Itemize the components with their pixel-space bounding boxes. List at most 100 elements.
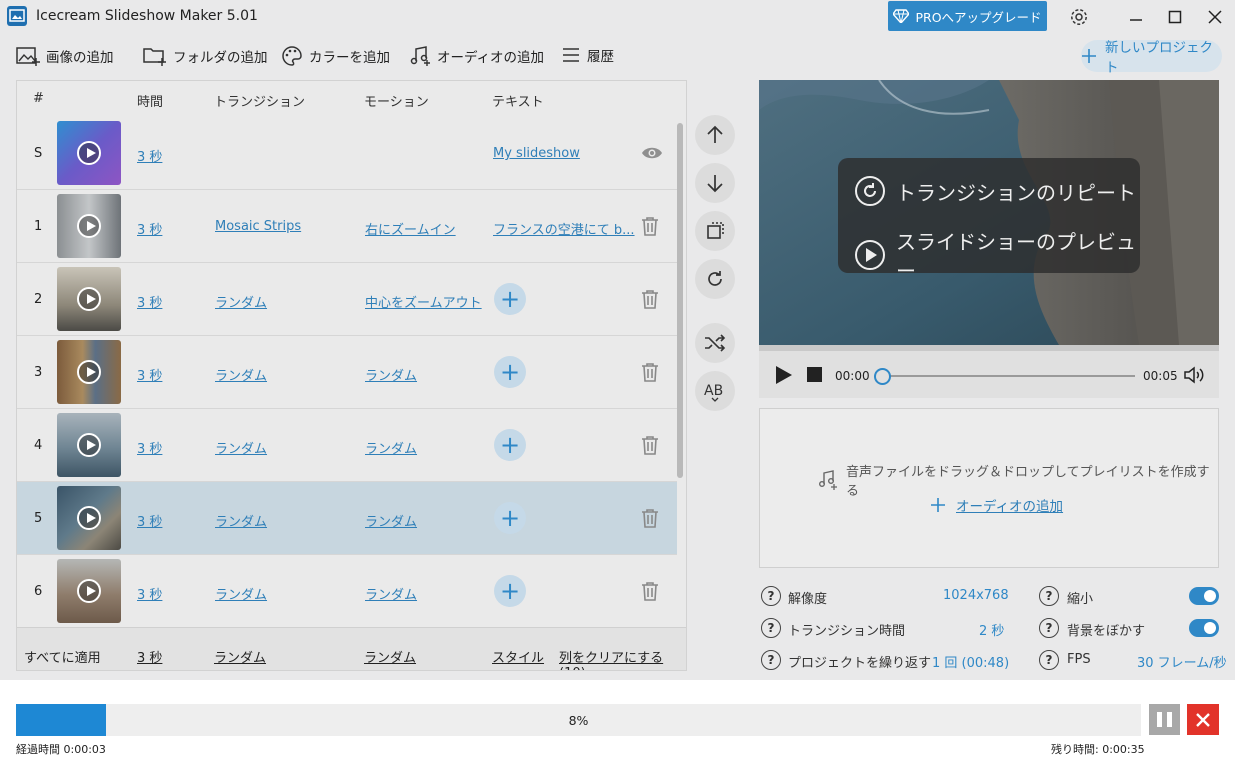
motion-link[interactable]: ランダム — [365, 584, 417, 603]
table-scrollbar[interactable] — [677, 123, 683, 478]
preview-slideshow-button[interactable]: スライドショーのプレビュー — [854, 226, 1140, 284]
pause-button[interactable] — [1149, 704, 1180, 735]
rotate-button[interactable] — [695, 259, 735, 299]
play-icon[interactable] — [77, 433, 101, 457]
time-link[interactable]: 3 秒 — [137, 438, 162, 457]
blur-background-toggle[interactable] — [1189, 619, 1219, 637]
transition-link[interactable]: ランダム — [215, 292, 267, 311]
play-icon[interactable] — [77, 579, 101, 603]
seek-handle[interactable] — [874, 368, 891, 385]
text-link[interactable]: My slideshow — [493, 146, 580, 161]
transition-time-value[interactable]: 2 秒 — [979, 620, 1004, 639]
add-audio-toolbar-button[interactable]: オーディオの追加 — [409, 45, 544, 67]
close-window-button[interactable] — [1202, 4, 1228, 30]
move-down-button[interactable] — [695, 163, 735, 203]
clear-column-link[interactable]: 列をクリアにする (10) — [559, 647, 686, 670]
transition-link[interactable]: ランダム — [215, 584, 267, 603]
trash-icon[interactable] — [641, 508, 659, 528]
play-icon[interactable] — [77, 141, 101, 165]
apply-all-transition-link[interactable]: ランダム — [214, 647, 266, 666]
apply-all-motion-link[interactable]: ランダム — [364, 647, 416, 666]
maximize-button[interactable] — [1162, 4, 1188, 30]
repeat-transition-button[interactable]: トランジションのリピート — [854, 175, 1136, 207]
add-audio-link[interactable]: オーディオの追加 — [930, 495, 1063, 515]
stop-icon[interactable] — [807, 367, 822, 382]
audio-drop-zone[interactable]: 音声ファイルをドラッグ＆ドロップしてプレイリストを作成する オーディオの追加 — [759, 408, 1219, 568]
trash-icon[interactable] — [641, 362, 659, 382]
play-icon[interactable] — [77, 214, 101, 238]
trash-icon[interactable] — [641, 216, 659, 236]
play-icon[interactable] — [77, 360, 101, 384]
minimize-button[interactable] — [1123, 4, 1149, 30]
shuffle-button[interactable] — [695, 323, 735, 363]
repeat-project-value[interactable]: 1 回 (00:48) — [932, 652, 1009, 671]
history-button[interactable]: 履歴 — [561, 45, 614, 65]
add-images-button[interactable]: 画像の追加 — [16, 45, 114, 67]
move-up-button[interactable] — [695, 115, 735, 155]
crop-button[interactable] — [695, 211, 735, 251]
motion-link[interactable]: ランダム — [365, 438, 417, 457]
help-icon[interactable]: ? — [761, 586, 781, 606]
transition-link[interactable]: ランダム — [215, 438, 267, 457]
slide-thumbnail[interactable] — [57, 121, 121, 185]
transition-link[interactable]: Mosaic Strips — [215, 219, 301, 234]
transition-link[interactable]: ランダム — [215, 511, 267, 530]
help-icon[interactable]: ? — [761, 618, 781, 638]
time-link[interactable]: 3 秒 — [137, 511, 162, 530]
transition-link[interactable]: ランダム — [215, 365, 267, 384]
table-row[interactable]: 1 3 秒 Mosaic Strips 右にズームイン フランスの空港にて b.… — [17, 190, 677, 263]
new-project-button[interactable]: 新しいプロジェクト — [1081, 40, 1222, 76]
trash-icon[interactable] — [641, 581, 659, 601]
add-text-button[interactable]: + — [494, 356, 526, 388]
slide-thumbnail[interactable] — [57, 559, 121, 623]
apply-all-time-link[interactable]: 3 秒 — [137, 647, 162, 666]
add-text-button[interactable]: + — [494, 283, 526, 315]
table-row[interactable]: 4 3 秒 ランダム ランダム + — [17, 409, 677, 482]
slide-thumbnail[interactable] — [57, 486, 121, 550]
seek-track[interactable] — [879, 375, 1135, 377]
table-row[interactable]: 6 3 秒 ランダム ランダム + — [17, 555, 677, 628]
motion-link[interactable]: ランダム — [365, 511, 417, 530]
trash-icon[interactable] — [641, 435, 659, 455]
table-row-selected[interactable]: 5 3 秒 ランダム ランダム + — [17, 482, 677, 555]
motion-link[interactable]: 中心をズームアウト — [365, 292, 482, 311]
motion-link[interactable]: ランダム — [365, 365, 417, 384]
add-color-button[interactable]: カラーを追加 — [281, 45, 390, 67]
table-row[interactable]: 2 3 秒 ランダム 中心をズームアウト + — [17, 263, 677, 336]
add-text-button[interactable]: + — [494, 502, 526, 534]
time-link[interactable]: 3 秒 — [137, 219, 162, 238]
volume-icon[interactable] — [1183, 365, 1207, 385]
help-icon[interactable]: ? — [1039, 650, 1059, 670]
fps-value[interactable]: 30 フレーム/秒 — [1137, 652, 1227, 671]
play-icon[interactable] — [775, 365, 793, 385]
upgrade-pro-button[interactable]: PROへアップグレード — [888, 1, 1047, 31]
slide-thumbnail[interactable] — [57, 194, 121, 258]
play-icon[interactable] — [77, 506, 101, 530]
trash-icon[interactable] — [641, 289, 659, 309]
add-folder-button[interactable]: フォルダの追加 — [143, 45, 268, 67]
eye-icon[interactable] — [641, 145, 663, 161]
add-text-button[interactable]: + — [494, 429, 526, 461]
cancel-export-button[interactable] — [1187, 704, 1219, 735]
settings-gear-icon[interactable] — [1066, 4, 1092, 30]
play-icon[interactable] — [77, 287, 101, 311]
help-icon[interactable]: ? — [1039, 586, 1059, 606]
text-link[interactable]: フランスの空港にて b... — [493, 219, 635, 238]
shrink-toggle[interactable] — [1189, 587, 1219, 605]
resolution-value[interactable]: 1024x768 — [943, 588, 1009, 603]
table-row[interactable]: S 3 秒 My slideshow — [17, 117, 677, 190]
slide-thumbnail[interactable] — [57, 340, 121, 404]
help-icon[interactable]: ? — [761, 650, 781, 670]
motion-link[interactable]: 右にズームイン — [365, 219, 456, 238]
time-link[interactable]: 3 秒 — [137, 365, 162, 384]
style-link[interactable]: スタイル — [492, 647, 544, 666]
text-style-button[interactable]: AB — [695, 371, 735, 411]
slide-thumbnail[interactable] — [57, 267, 121, 331]
help-icon[interactable]: ? — [1039, 618, 1059, 638]
add-text-button[interactable]: + — [494, 575, 526, 607]
time-link[interactable]: 3 秒 — [137, 292, 162, 311]
time-link[interactable]: 3 秒 — [137, 584, 162, 603]
table-row[interactable]: 3 3 秒 ランダム ランダム + — [17, 336, 677, 409]
slide-thumbnail[interactable] — [57, 413, 121, 477]
time-link[interactable]: 3 秒 — [137, 146, 162, 165]
